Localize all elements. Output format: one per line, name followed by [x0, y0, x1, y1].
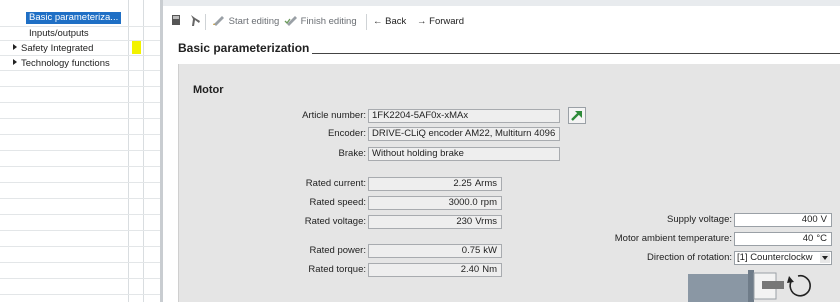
toolbar-separator: [366, 14, 367, 30]
ambient-temperature-label: Motor ambient temperature:: [614, 233, 732, 244]
forward-label: Forward: [429, 16, 464, 27]
back-button[interactable]: ← Back: [373, 14, 406, 30]
pencil-check-icon: [284, 16, 297, 26]
tree-row-line: [0, 118, 160, 119]
supply-voltage-unit: V: [820, 214, 827, 225]
start-editing-button[interactable]: Start editing: [212, 14, 279, 30]
ambient-temperature-value: 40: [802, 233, 814, 244]
brake-label: Brake:: [338, 148, 366, 159]
tree-row-line: [0, 166, 160, 167]
rated-voltage-value: 230: [456, 216, 473, 227]
dropdown-arrow-icon[interactable]: [820, 253, 830, 263]
rated-speed-unit: rpm: [480, 197, 497, 208]
wrench-icon[interactable]: [189, 14, 201, 30]
tree-item-label: Safety Integrated: [21, 43, 94, 54]
tree-item-basic-parameterization[interactable]: Basic parameteriza...: [26, 11, 122, 24]
splitter[interactable]: [160, 0, 163, 302]
rated-current-label: Rated current:: [305, 178, 366, 189]
tree-row-line: [0, 86, 160, 87]
section-divider: [312, 53, 840, 54]
rotation-direction-select[interactable]: [1] Counterclockw: [734, 251, 832, 265]
tree-row-line: [0, 230, 160, 231]
rotation-direction-label: Direction of rotation:: [646, 252, 732, 263]
tree-row-line: [0, 294, 160, 295]
rated-voltage-label: Rated voltage:: [304, 216, 366, 227]
tree-column-divider: [143, 0, 144, 302]
rated-power-value: 0.75: [461, 245, 481, 256]
tree-item-inputs-outputs[interactable]: Inputs/outputs: [29, 27, 89, 40]
supply-voltage-label: Supply voltage:: [667, 214, 732, 225]
tree-row-line: [0, 134, 160, 135]
rated-current-unit: Arms: [474, 178, 497, 189]
section-title: Basic parameterization: [178, 41, 310, 55]
rated-torque-unit: Nm: [482, 264, 497, 275]
ambient-temperature-input[interactable]: 40 °C: [734, 232, 832, 246]
tree-item-safety-integrated[interactable]: Safety Integrated: [10, 42, 93, 55]
tree-row-line: [0, 278, 160, 279]
article-number-label: Article number:: [302, 110, 366, 121]
tree-row-line: [0, 198, 160, 199]
article-number-field: 1FK2204-5AF0x-xMAx: [368, 109, 560, 123]
rated-current-value: 2.25: [453, 178, 472, 189]
brake-field: Without holding brake: [368, 147, 560, 161]
rotation-direction-value: [1] Counterclockw: [737, 252, 813, 263]
tree-row-line: [0, 182, 160, 183]
tree-item-label: Basic parameteriza...: [26, 12, 122, 24]
rated-current-field: 2.25 Arms: [368, 177, 502, 191]
tree-row-line: [0, 246, 160, 247]
motor-rotation-icon: [688, 270, 838, 302]
rated-torque-label: Rated torque:: [308, 264, 366, 275]
forward-button[interactable]: → Forward: [417, 14, 464, 30]
supply-voltage-input[interactable]: 400 V: [734, 213, 832, 227]
rated-voltage-field: 230 Vrms: [368, 215, 502, 229]
rated-power-unit: kW: [483, 245, 497, 256]
expand-arrow-icon[interactable]: [13, 44, 17, 50]
ambient-temperature-unit: °C: [816, 233, 827, 244]
tree-row-line: [0, 70, 160, 71]
tree-item-technology-functions[interactable]: Technology functions: [10, 57, 110, 70]
warning-flag: [132, 41, 141, 54]
toolbar-separator: [205, 14, 206, 30]
rated-speed-field: 3000.0 rpm: [368, 196, 502, 210]
rated-power-field: 0.75 kW: [368, 244, 502, 258]
back-label: Back: [385, 16, 407, 27]
toolbar: Start editing Finish editing ← Back → Fo…: [163, 0, 840, 34]
tree-row-line: [0, 150, 160, 151]
rated-speed-value: 3000.0: [448, 197, 478, 208]
encoder-field: DRIVE-CLiQ encoder AM22, Multiturn 4096: [368, 127, 560, 141]
save-icon[interactable]: [171, 14, 181, 30]
finish-editing-button[interactable]: Finish editing: [284, 14, 357, 30]
tree-column-divider: [128, 0, 129, 302]
navigation-tree: Basic parameteriza... Inputs/outputs Saf…: [0, 0, 160, 302]
expand-arrow-icon[interactable]: [13, 59, 17, 65]
supply-voltage-value: 400: [801, 214, 818, 225]
back-arrow-icon: ←: [373, 16, 383, 27]
encoder-label: Encoder:: [327, 128, 366, 139]
open-external-icon: [571, 111, 582, 121]
rated-torque-field: 2.40 Nm: [368, 263, 502, 277]
tree-row-line: [0, 102, 160, 103]
finish-editing-label: Finish editing: [300, 16, 357, 27]
panel-edge: [178, 64, 179, 302]
tree-item-label: Technology functions: [21, 58, 110, 69]
pencil-icon: [213, 16, 224, 26]
open-external-button[interactable]: [568, 107, 586, 124]
rated-speed-label: Rated speed:: [309, 197, 366, 208]
motor-group-title: Motor: [193, 84, 224, 96]
start-editing-label: Start editing: [228, 16, 280, 27]
tree-row-line: [0, 214, 160, 215]
tree-item-label: Inputs/outputs: [29, 28, 89, 39]
rated-voltage-unit: Vrms: [475, 216, 497, 227]
rated-torque-value: 2.40: [460, 264, 480, 275]
rated-power-label: Rated power:: [309, 245, 366, 256]
forward-arrow-icon: →: [417, 16, 427, 27]
tree-row-line: [0, 262, 160, 263]
tree-row-line: [0, 55, 160, 56]
